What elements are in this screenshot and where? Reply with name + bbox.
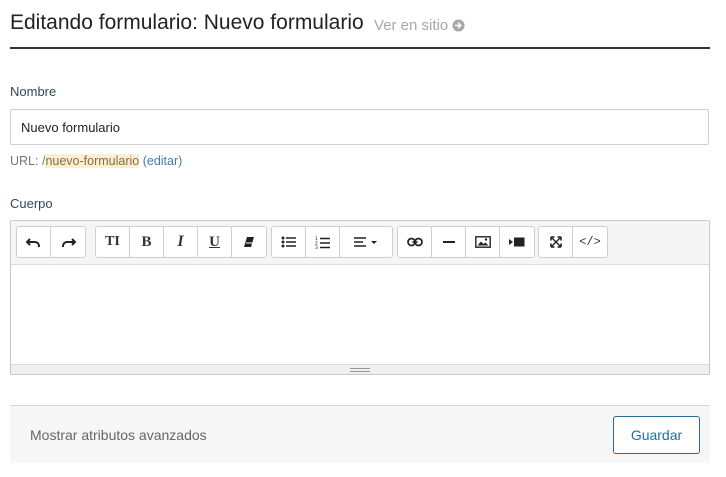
italic-icon: I [177,233,184,250]
name-input[interactable] [10,109,709,145]
fullscreen-button[interactable] [539,227,573,257]
undo-button[interactable] [17,227,51,257]
url-line: URL: /nuevo-formulario (editar) [10,154,182,168]
form-footer: Mostrar atributos avanzados Guardar [10,405,710,463]
eraser-icon [242,236,256,248]
unordered-list-icon [281,236,297,248]
format-group: TI B I U [95,226,267,258]
redo-icon [60,236,76,248]
redo-button[interactable] [51,227,85,257]
bold-button[interactable]: B [130,227,164,257]
url-prefix: URL: / [10,154,46,168]
text-size-icon: TI [105,234,120,249]
svg-text:3: 3 [315,245,318,249]
page-header: Editando formulario: Nuevo formulario Ve… [10,0,710,49]
italic-button[interactable]: I [164,227,198,257]
bold-icon: B [141,233,152,250]
ordered-list-button[interactable]: 123 [306,227,340,257]
insert-group [397,226,535,258]
horizontal-rule-button[interactable] [432,227,466,257]
undo-icon [25,236,42,248]
unordered-list-button[interactable] [272,227,306,257]
editor-resize-handle[interactable] [11,364,709,374]
grip-icon [350,367,370,372]
paragraph-group: 123 [271,226,393,258]
edit-url-link[interactable]: (editar) [143,154,183,168]
image-button[interactable] [466,227,500,257]
link-button[interactable] [398,227,432,257]
align-icon [353,236,379,248]
save-button[interactable]: Guardar [613,416,700,454]
history-group [16,226,86,258]
view-on-site-link[interactable]: Ver en sitio [374,17,465,34]
underline-button[interactable]: U [198,227,232,257]
name-label: Nombre [10,84,57,99]
link-icon [406,237,423,247]
code-view-icon: </> [579,235,601,249]
code-view-button[interactable]: </> [573,227,607,257]
arrow-circle-right-icon [452,19,465,32]
view-group: </> [538,226,608,258]
page-title: Editando formulario: Nuevo formulario [10,11,364,34]
ordered-list-icon: 123 [315,236,331,249]
rich-text-editor: TI B I U 123 </> [10,220,710,375]
fullscreen-icon [549,236,562,248]
image-icon [474,236,491,248]
video-button[interactable] [500,227,534,257]
editor-content-area[interactable] [11,265,709,365]
view-on-site-label: Ver en sitio [374,17,449,34]
clear-format-button[interactable] [232,227,266,257]
align-dropdown-button[interactable] [340,227,392,257]
video-icon [509,237,525,247]
horizontal-rule-icon [442,240,455,244]
editor-toolbar: TI B I U 123 </> [11,221,709,265]
url-slug: nuevo-formulario [45,154,140,168]
body-label: Cuerpo [10,196,53,211]
show-advanced-attributes-link[interactable]: Mostrar atributos avanzados [30,427,207,443]
underline-icon: U [209,233,220,250]
text-size-button[interactable]: TI [96,227,130,257]
